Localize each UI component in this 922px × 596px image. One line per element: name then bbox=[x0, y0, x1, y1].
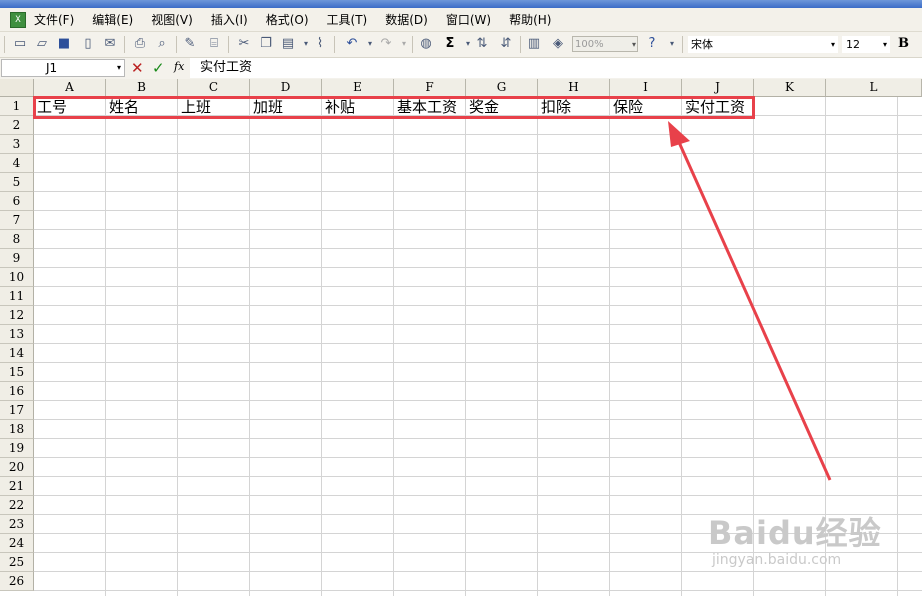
arrow-head bbox=[668, 121, 690, 147]
arrow-shaft bbox=[676, 139, 832, 481]
watermark-logo: Baidu经验 bbox=[708, 514, 882, 552]
watermark-url: jingyan.baidu.com bbox=[712, 552, 842, 568]
annotation-arrow bbox=[668, 121, 832, 481]
